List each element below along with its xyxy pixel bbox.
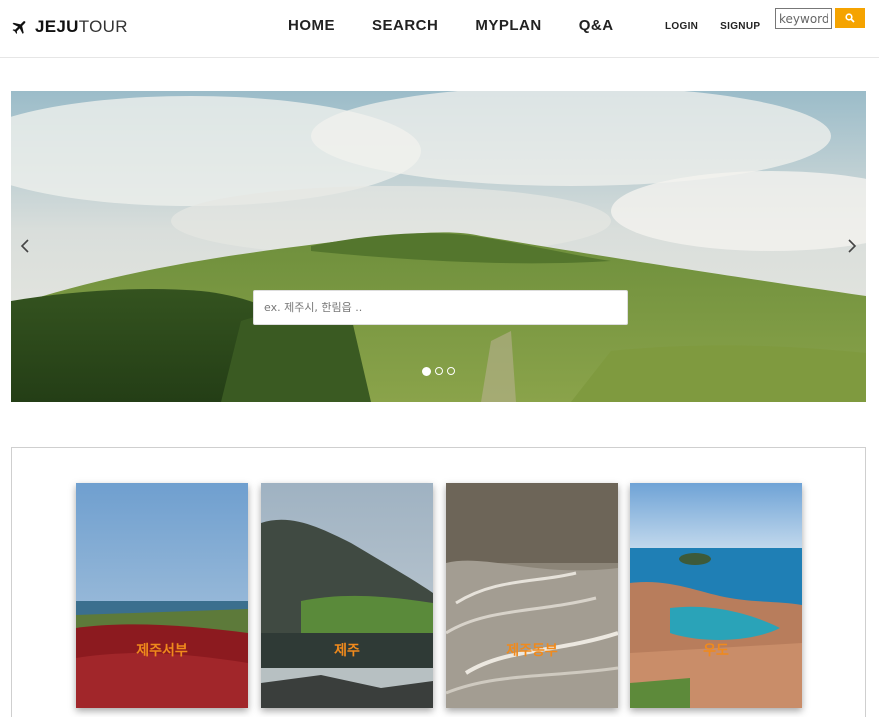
region-card-jeju-west[interactable]: 제주서부 <box>76 483 248 708</box>
signup-link[interactable]: SIGNUP <box>720 21 760 32</box>
region-panel: 제주서부 제주 제주동부 우도 <box>11 447 866 717</box>
nav-qna[interactable]: Q&A <box>579 17 614 34</box>
keyword-search-button[interactable] <box>835 8 865 28</box>
region-card-label: 제주서부 <box>136 643 188 659</box>
chevron-left-icon <box>20 239 29 253</box>
carousel-prev-button[interactable] <box>17 234 33 258</box>
region-card-image <box>76 483 248 708</box>
keyword-search-input[interactable] <box>775 8 832 29</box>
nav-home[interactable]: HOME <box>288 17 335 34</box>
region-card-image <box>261 483 433 708</box>
region-card-udo[interactable]: 우도 <box>630 483 802 708</box>
login-link[interactable]: LOGIN <box>665 21 698 32</box>
chevron-right-icon <box>848 239 857 253</box>
region-card-label: 제주 <box>334 643 360 659</box>
brand-name-light: TOUR <box>78 17 128 36</box>
region-card-image <box>446 483 618 708</box>
airplane-icon <box>12 21 26 34</box>
region-card-label: 우도 <box>703 643 729 659</box>
search-icon <box>845 13 855 23</box>
brand-logo[interactable]: JEJU TOUR <box>11 14 128 40</box>
auth-links: LOGIN SIGNUP <box>665 21 760 32</box>
hero-search-input[interactable] <box>253 290 628 325</box>
region-card-image <box>630 483 802 708</box>
carousel-dot-2[interactable] <box>435 367 443 375</box>
carousel-dot-3[interactable] <box>447 367 455 375</box>
region-card-jeju[interactable]: 제주 <box>261 483 433 708</box>
header: JEJU TOUR HOME SEARCH MYPLAN Q&A LOGIN SI… <box>0 0 879 58</box>
nav-myplan[interactable]: MYPLAN <box>475 17 541 34</box>
hero-carousel <box>11 91 866 402</box>
region-card-label: 제주동부 <box>506 643 558 659</box>
hero-slide-image <box>11 91 866 402</box>
carousel-indicators <box>422 367 459 376</box>
region-card-jeju-east[interactable]: 제주동부 <box>446 483 618 708</box>
nav-search[interactable]: SEARCH <box>372 17 438 34</box>
carousel-next-button[interactable] <box>844 234 860 258</box>
carousel-dot-1[interactable] <box>422 367 431 376</box>
main-nav: HOME SEARCH MYPLAN Q&A <box>288 17 614 34</box>
brand-name-bold: JEJU <box>35 17 79 36</box>
